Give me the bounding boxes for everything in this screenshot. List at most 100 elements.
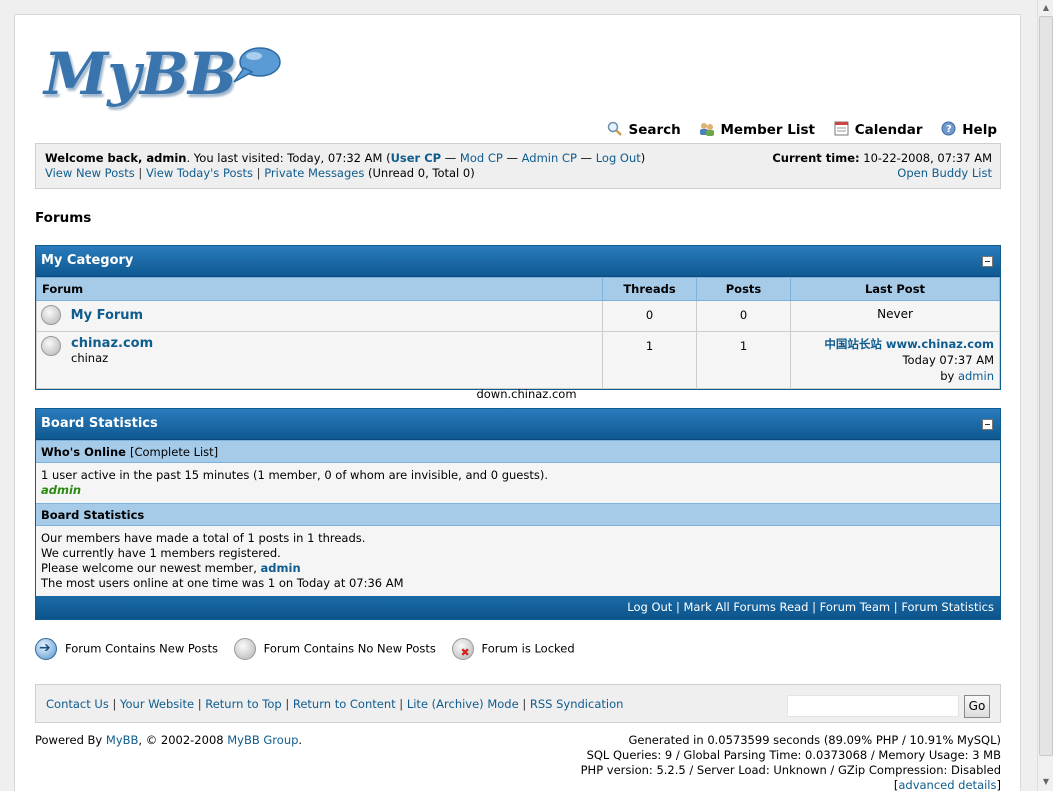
forum-new-posts-icon bbox=[35, 638, 57, 660]
stats-line-members: We currently have 1 members registered. bbox=[41, 546, 281, 560]
legend-locked: Forum is Locked bbox=[481, 641, 575, 656]
watermark-text: down.chinaz.com bbox=[476, 387, 577, 401]
forum-threads: 0 bbox=[602, 300, 697, 332]
calendar-icon bbox=[834, 121, 850, 136]
menu-calendar[interactable]: Calendar bbox=[834, 121, 923, 138]
lite-mode-link[interactable]: Lite (Archive) Mode bbox=[407, 697, 519, 711]
copyright-dot: . bbox=[298, 733, 303, 747]
return-to-content-link[interactable]: Return to Content bbox=[293, 697, 396, 711]
open-buddy-list-link[interactable]: Open Buddy List bbox=[897, 166, 992, 180]
table-row: My Forum 0 0 Never bbox=[36, 300, 1000, 332]
forum-posts: 0 bbox=[696, 300, 791, 332]
mybb-link[interactable]: MyBB bbox=[106, 733, 139, 747]
current-time-value: 10-22-2008, 07:37 AM bbox=[863, 151, 992, 165]
table-row: chinaz.com chinaz 1 1 中国站长站 www.chinaz.c… bbox=[36, 331, 1000, 389]
forum-threads: 1 bbox=[602, 331, 697, 389]
debug-php: PHP version: 5.2.5 / Server Load: Unknow… bbox=[580, 763, 1001, 777]
dash-sep: — bbox=[580, 151, 593, 165]
menu-calendar-label: Calendar bbox=[854, 122, 923, 138]
col-threads: Threads bbox=[602, 277, 697, 301]
rss-syndication-link[interactable]: RSS Syndication bbox=[530, 697, 624, 711]
user-cp-link[interactable]: User CP bbox=[391, 151, 442, 165]
col-last-post: Last Post bbox=[790, 277, 1000, 301]
view-new-posts-link[interactable]: View New Posts bbox=[45, 166, 135, 180]
close-paren: ) bbox=[640, 151, 646, 165]
copyright-years: , © 2002-2008 bbox=[138, 733, 224, 747]
category-table: My Category Forum Threads Posts Last Pos… bbox=[35, 245, 1001, 390]
collapse-icon[interactable] bbox=[982, 256, 993, 267]
help-icon: ? bbox=[941, 121, 957, 136]
bottom-menu: Contact Us | Your Website | Return to To… bbox=[35, 684, 1001, 723]
menu-search[interactable]: Search bbox=[607, 121, 681, 138]
scroll-up-arrow-icon[interactable]: ▲ bbox=[1040, 2, 1052, 14]
forum-no-new-posts-icon[interactable] bbox=[41, 305, 61, 325]
panel-right: Current time: 10-22-2008, 07:37 AM Open … bbox=[772, 151, 992, 181]
mark-all-read-link[interactable]: Mark All Forums Read bbox=[683, 600, 808, 614]
whos-online-header: Who's Online [Complete List] bbox=[36, 440, 1000, 463]
last-visit-text: . You last visited: Today, 07:32 AM ( bbox=[186, 151, 391, 165]
newest-member-link[interactable]: admin bbox=[261, 561, 301, 575]
advanced-details-link[interactable]: advanced details bbox=[898, 778, 996, 791]
board-stats-header: Board Statistics bbox=[36, 503, 1000, 526]
current-time-label: Current time: bbox=[772, 151, 860, 165]
forum-team-link[interactable]: Forum Team bbox=[820, 600, 891, 614]
top-menu: Search Member List Calendar ? Help bbox=[593, 121, 997, 138]
debug-generated: Generated in 0.0573599 seconds (89.09% P… bbox=[628, 733, 1001, 747]
stats-line-most-online: The most users online at one time was 1 … bbox=[41, 576, 404, 590]
forum-name-link[interactable]: chinaz.com bbox=[71, 336, 153, 351]
scroll-down-arrow-icon[interactable]: ▼ bbox=[1040, 776, 1052, 788]
menu-member-list-label: Member List bbox=[720, 122, 815, 138]
forum-posts: 1 bbox=[696, 331, 791, 389]
forum-last-post: Never bbox=[790, 300, 1000, 332]
admin-cp-link[interactable]: Admin CP bbox=[522, 151, 577, 165]
category-title[interactable]: My Category bbox=[41, 253, 133, 268]
private-messages-link[interactable]: Private Messages bbox=[264, 166, 364, 180]
mybb-group-link[interactable]: MyBB Group bbox=[227, 733, 298, 747]
go-button[interactable]: Go bbox=[964, 695, 990, 718]
last-post-user-link[interactable]: admin bbox=[958, 369, 994, 383]
your-website-link[interactable]: Your Website bbox=[120, 697, 194, 711]
welcome-text: Welcome back, admin bbox=[45, 151, 187, 165]
logout-link[interactable]: Log Out bbox=[596, 151, 641, 165]
complete-list-link[interactable]: [Complete List] bbox=[130, 445, 218, 459]
category-header: My Category bbox=[36, 246, 1000, 277]
collapse-icon[interactable] bbox=[982, 419, 993, 430]
statistics-title: Board Statistics bbox=[41, 416, 158, 431]
forum-no-new-posts-icon[interactable] bbox=[41, 336, 61, 356]
board-stats-body: Our members have made a total of 1 posts… bbox=[36, 526, 1000, 596]
last-post-time: Today 07:37 AM bbox=[902, 353, 994, 367]
search-input[interactable] bbox=[787, 695, 959, 717]
user-panel: Welcome back, admin. You last visited: T… bbox=[35, 143, 1001, 189]
debug-info: Generated in 0.0573599 seconds (89.09% P… bbox=[581, 733, 1001, 791]
mybb-logo[interactable]: MyBB bbox=[44, 40, 284, 118]
return-to-top-link[interactable]: Return to Top bbox=[205, 697, 281, 711]
menu-help[interactable]: ? Help bbox=[941, 121, 997, 138]
forum-description: chinaz bbox=[71, 351, 109, 365]
powered-by-text: Powered By bbox=[35, 733, 103, 747]
logo-text: MyBB bbox=[44, 40, 237, 108]
scroll-thumb[interactable] bbox=[1039, 16, 1053, 756]
dash-sep: — bbox=[506, 151, 518, 165]
statistics-header: Board Statistics bbox=[36, 409, 1000, 440]
forum-no-new-posts-icon bbox=[233, 638, 256, 660]
legend-new-posts: Forum Contains New Posts bbox=[65, 641, 218, 656]
menu-member-list[interactable]: Member List bbox=[699, 121, 815, 138]
legend-no-new-posts: Forum Contains No New Posts bbox=[263, 641, 436, 656]
last-post-thread-link[interactable]: 中国站长站 www.chinaz.com bbox=[824, 337, 994, 351]
statistics-footer: Log Out | Mark All Forums Read | Forum T… bbox=[36, 596, 1000, 619]
search-icon bbox=[607, 121, 623, 136]
online-user-link[interactable]: admin bbox=[41, 483, 81, 497]
whos-online-label: Who's Online bbox=[41, 445, 126, 459]
whos-online-body: 1 user active in the past 15 minutes (1 … bbox=[36, 463, 1000, 503]
menu-help-label: Help bbox=[962, 122, 997, 138]
footer-logout-link[interactable]: Log Out bbox=[627, 600, 672, 614]
svg-text:?: ? bbox=[946, 124, 952, 135]
mod-cp-link[interactable]: Mod CP bbox=[460, 151, 503, 165]
forum-locked-icon bbox=[451, 638, 474, 660]
view-todays-posts-link[interactable]: View Today's Posts bbox=[146, 166, 253, 180]
forum-legend: Forum Contains New Posts Forum Contains … bbox=[35, 638, 581, 660]
forum-statistics-link[interactable]: Forum Statistics bbox=[901, 600, 994, 614]
stats-line-newest: Please welcome our newest member, bbox=[41, 561, 257, 575]
forum-name-link[interactable]: My Forum bbox=[71, 308, 143, 323]
contact-us-link[interactable]: Contact Us bbox=[46, 697, 109, 711]
